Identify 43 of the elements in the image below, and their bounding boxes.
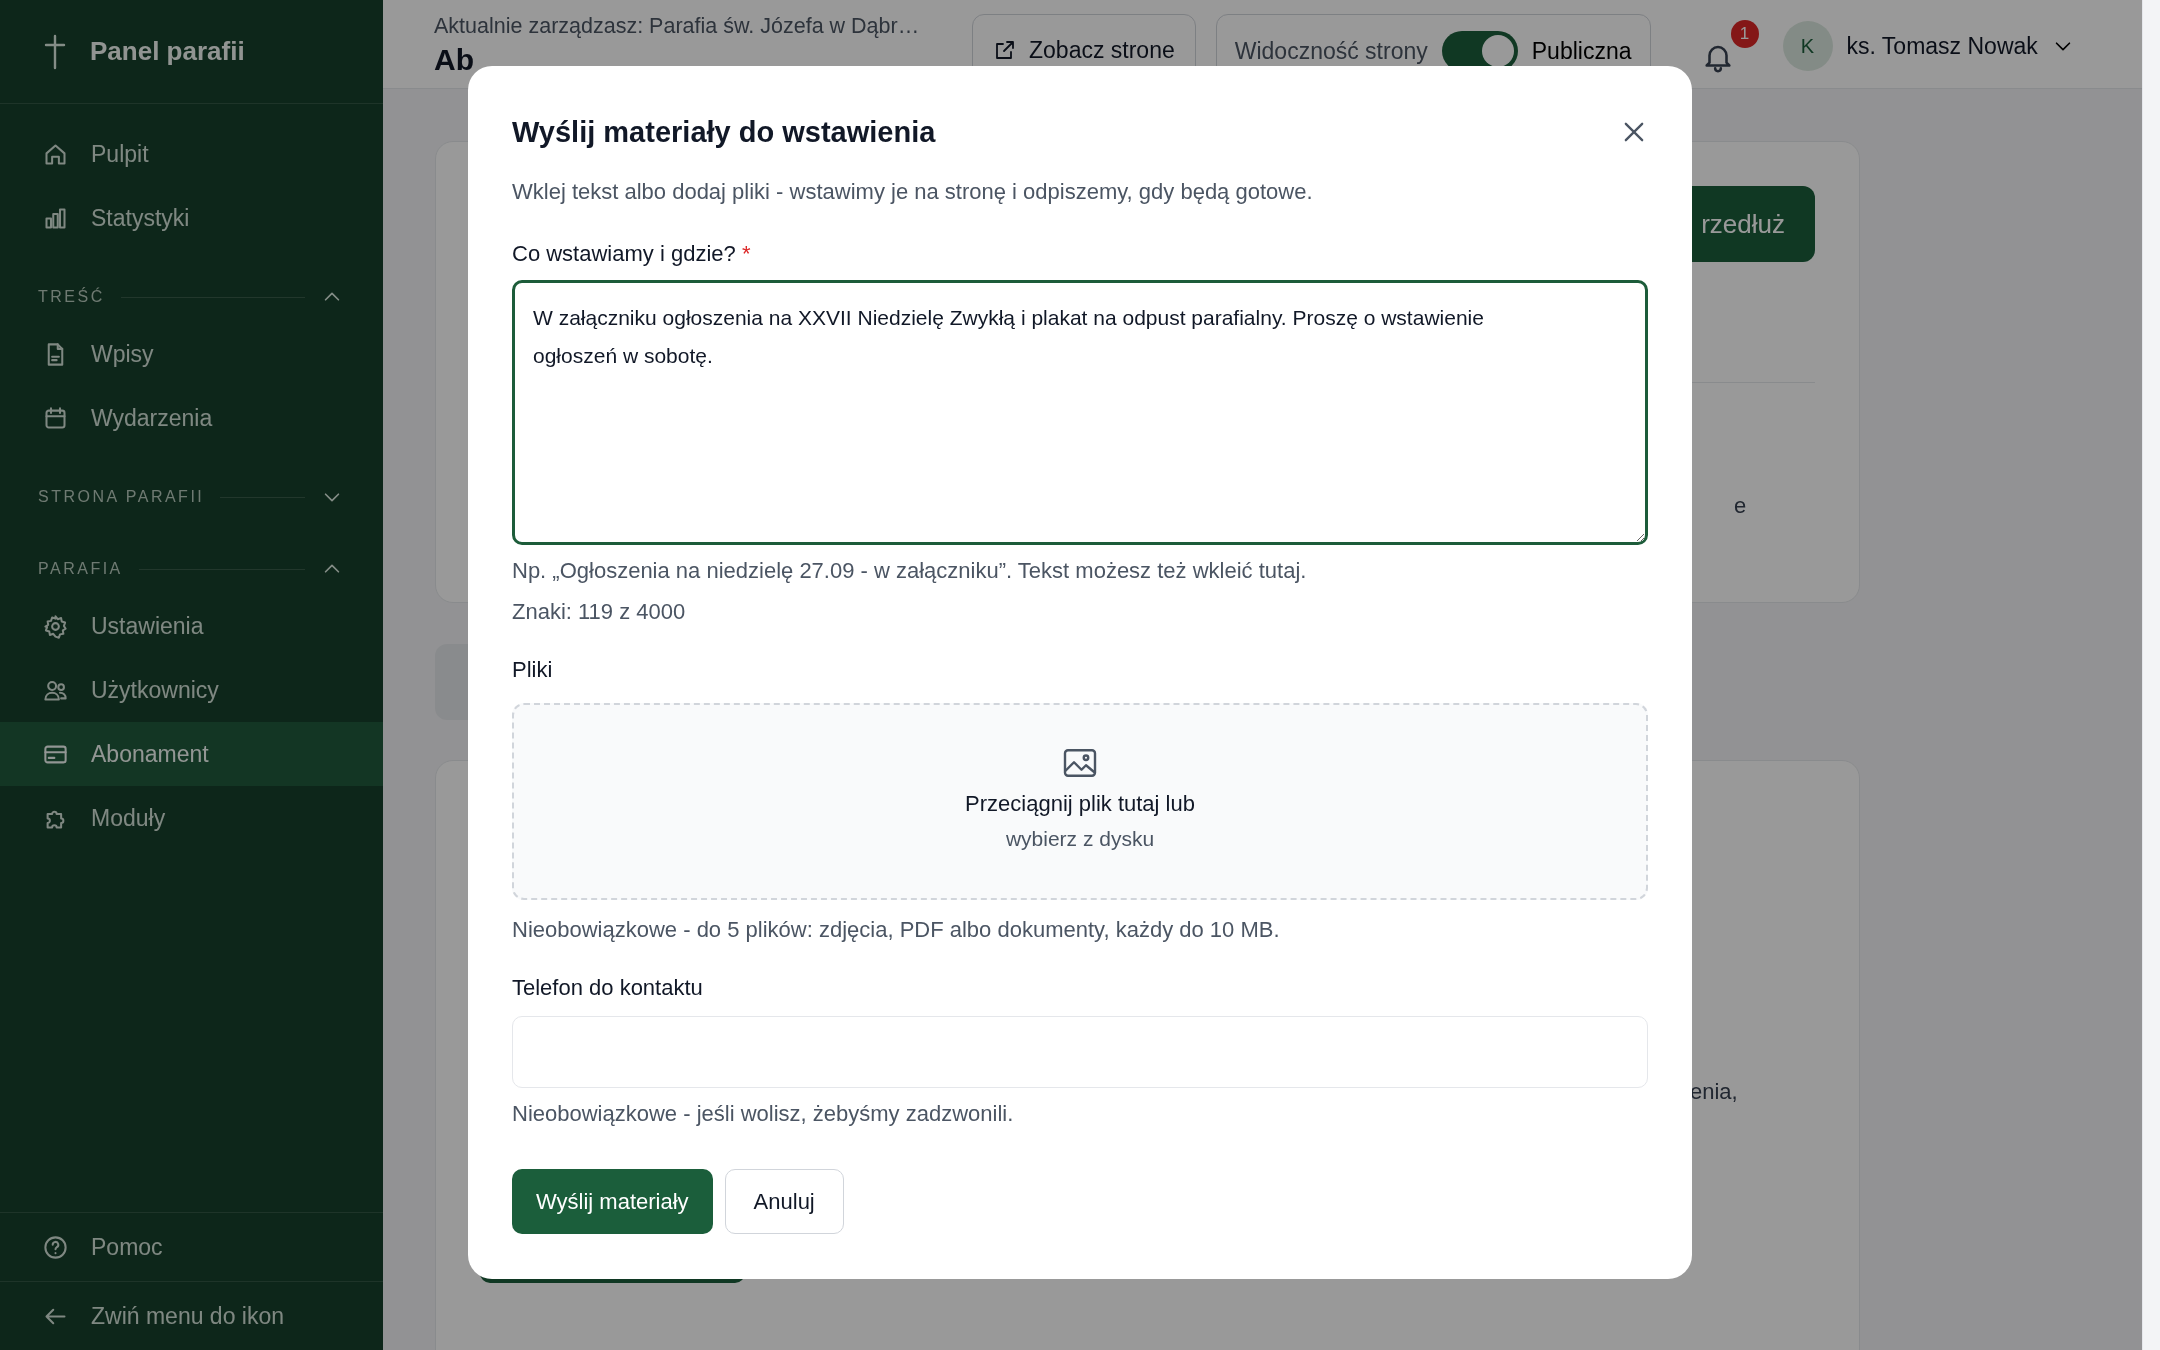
sidebar-item[interactable]: Statystyki bbox=[0, 186, 383, 250]
sidebar-item[interactable]: Moduły bbox=[0, 786, 383, 850]
submit-button[interactable]: Wyślij materiały bbox=[512, 1169, 713, 1234]
field-hint: Nieobowiązkowe - jeśli wolisz, żebyśmy zadzwonili. bbox=[512, 1100, 1015, 1128]
field-label: Co wstawiamy i gdzie? bbox=[512, 241, 736, 266]
sidebar-item[interactable]: Ustawienia bbox=[0, 594, 383, 658]
section-heading: STRONA PARAFII bbox=[38, 488, 205, 506]
sidebar-item[interactable]: Użytkownicy bbox=[0, 658, 383, 722]
app-title: Panel parafii bbox=[90, 36, 245, 67]
card-text: e bbox=[1734, 493, 1747, 519]
avatar[interactable]: K bbox=[1782, 21, 1833, 71]
phone-input[interactable] bbox=[512, 1016, 1648, 1088]
section-heading: PARAFIA bbox=[38, 560, 123, 578]
card-text: enia, bbox=[1690, 1079, 1738, 1105]
user-name[interactable]: ks. Tomasz Nowak bbox=[1846, 32, 2038, 60]
field-hint: Np. „Ogłoszenia na niedzielę 27.09 - w załączniku”. Tekst możesz też wkleić tutaj. bbox=[512, 557, 1308, 585]
sidebar-item[interactable]: Wydarzenia bbox=[0, 386, 383, 450]
help-icon bbox=[42, 1233, 69, 1261]
context-text: Aktualnie zarządzasz: Parafia św. Józefa w Dąbr… bbox=[434, 14, 921, 39]
cancel-button[interactable]: Anuluj bbox=[724, 1169, 844, 1234]
sidebar-item[interactable]: Wpisy bbox=[0, 322, 383, 386]
file-dropzone[interactable]: Przeciągnij plik tutaj lub wybierz z dysku bbox=[512, 703, 1648, 900]
dropzone-text: Przeciągnij plik tutaj lub bbox=[965, 791, 1195, 817]
field-label: Telefon do kontaktu bbox=[512, 974, 704, 1002]
external-link-icon bbox=[993, 38, 1017, 62]
notification-badge: 1 bbox=[1730, 20, 1759, 48]
dialog-description: Wklej tekst albo dodaj pliki - wstawimy je na stronę i odpiszemy, gdy będą gotowe. bbox=[512, 178, 1314, 206]
settings-icon bbox=[42, 612, 69, 640]
field-hint: Nieobowiązkowe - do 5 plików: zdjęcia, PDF albo dokumenty, każdy do 10 MB. bbox=[512, 916, 1281, 944]
section-heading: TREŚĆ bbox=[38, 288, 105, 306]
browse-link[interactable]: wybierz z dysku bbox=[1005, 827, 1155, 851]
required-mark: * bbox=[741, 241, 751, 266]
sidebar-item[interactable]: Pulpit bbox=[0, 122, 383, 186]
message-textarea[interactable]: W załączniku ogłoszenia na XXVII Niedzielę Zwykłą i plakat na odpust parafialny. Proszę o wstawienie ogłoszeń w sobotę. bbox=[512, 280, 1648, 545]
dialog-title: Wyślij materiały do wstawienia bbox=[512, 115, 936, 149]
cross-icon bbox=[42, 33, 68, 70]
sidebar-item[interactable]: Abonament bbox=[0, 722, 383, 786]
visibility-state: Publiczna bbox=[1531, 37, 1632, 65]
page-heading: Ab bbox=[434, 43, 475, 77]
character-counter: Znaki: 119 z 4000 bbox=[512, 598, 687, 626]
field-label: Pliki bbox=[512, 656, 554, 684]
visibility-label: Widoczność strony bbox=[1234, 37, 1428, 65]
image-icon bbox=[1062, 747, 1098, 779]
